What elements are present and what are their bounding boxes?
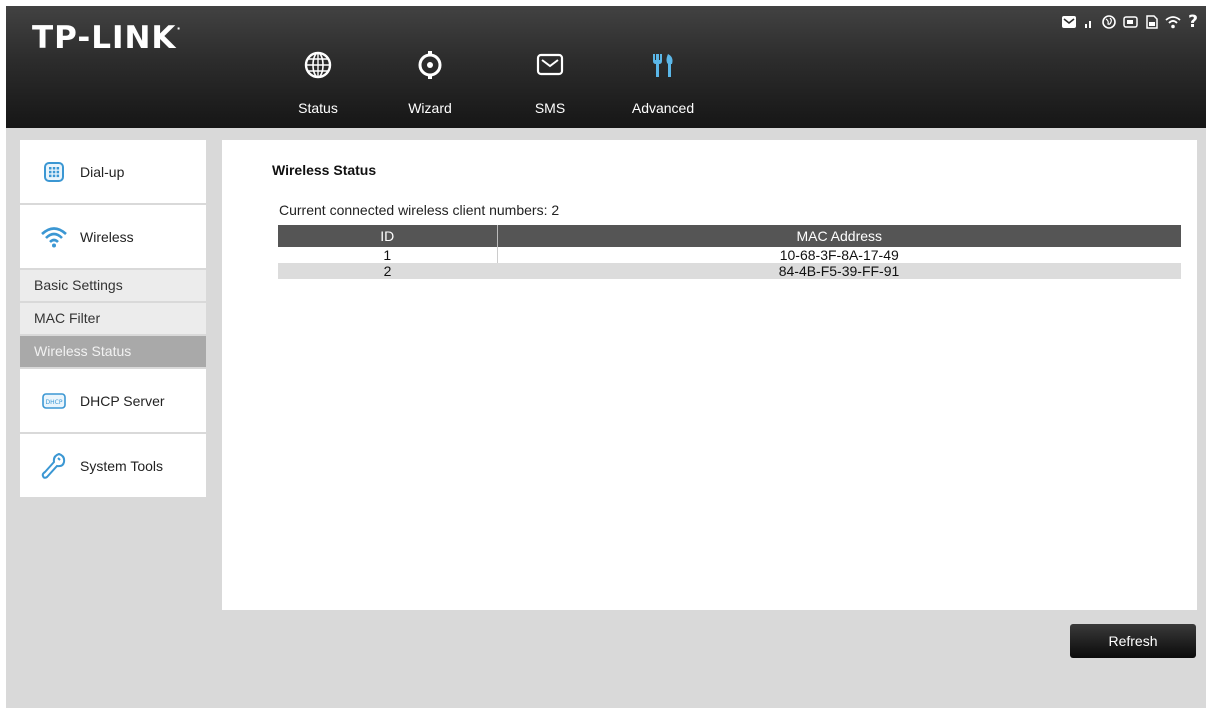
battery-icon xyxy=(1123,16,1139,28)
brand-logo: TP-LINK· xyxy=(32,20,182,56)
sidebar: Dial-up Wireless Basic Settings MAC Filt… xyxy=(20,140,206,499)
dhcp-icon-text: DHCP xyxy=(46,399,63,406)
globe-icon xyxy=(304,51,332,79)
sidebar-item-dial-up-label: Dial-up xyxy=(80,163,125,180)
content-panel: Wireless Status Current connected wirele… xyxy=(222,140,1197,610)
nav-wizard[interactable]: Wizard xyxy=(390,46,470,116)
cell-mac: 84-4B-F5-39-FF-91 xyxy=(497,263,1181,279)
sidebar-item-system-tools[interactable]: System Tools xyxy=(20,434,206,499)
cell-id: 1 xyxy=(278,247,498,263)
dialup-icon xyxy=(36,161,72,182)
internet-icon xyxy=(1102,15,1116,29)
app-frame: TP-LINK· Status Wizard SMS Advanced ? Di… xyxy=(6,6,1206,708)
refresh-button[interactable]: Refresh xyxy=(1070,624,1196,658)
cell-mac: 10-68-3F-8A-17-49 xyxy=(497,247,1181,263)
sidebar-subitem-basic-settings[interactable]: Basic Settings xyxy=(20,270,206,303)
column-header-id: ID xyxy=(278,225,498,247)
nav-status-label: Status xyxy=(298,100,338,116)
top-header: TP-LINK· Status Wizard SMS Advanced ? xyxy=(6,6,1206,128)
sidebar-item-wireless-label: Wireless xyxy=(80,228,134,245)
sidebar-item-system-tools-label: System Tools xyxy=(80,457,163,474)
wifi-status-icon xyxy=(1165,15,1181,29)
nav-advanced[interactable]: Advanced xyxy=(623,46,703,116)
column-header-mac: MAC Address xyxy=(497,225,1181,247)
envelope-icon xyxy=(536,53,564,76)
help-icon[interactable]: ? xyxy=(1188,12,1198,32)
nav-sms[interactable]: SMS xyxy=(510,46,590,116)
clients-table: ID MAC Address 1 10-68-3F-8A-17-49 2 84-… xyxy=(278,225,1181,279)
client-count-text: Current connected wireless client number… xyxy=(279,202,560,218)
sidebar-item-dhcp-server[interactable]: DHCP DHCP Server xyxy=(20,369,206,434)
sidebar-subitem-mac-filter[interactable]: MAC Filter xyxy=(20,303,206,336)
message-icon[interactable] xyxy=(1062,16,1077,28)
table-row: 1 10-68-3F-8A-17-49 xyxy=(278,247,1181,263)
nav-wizard-label: Wizard xyxy=(408,100,452,116)
brand-name: TP-LINK xyxy=(32,20,177,56)
status-bar: ? xyxy=(1062,12,1198,32)
wrench-icon xyxy=(36,452,72,480)
sidebar-item-wireless[interactable]: Wireless xyxy=(20,205,206,270)
table-header-row: ID MAC Address xyxy=(278,225,1181,247)
sidebar-subitem-wireless-status[interactable]: Wireless Status xyxy=(20,336,206,369)
wifi-icon xyxy=(36,226,72,248)
sidebar-item-dial-up[interactable]: Dial-up xyxy=(20,140,206,205)
brand-mark: · xyxy=(176,22,182,35)
cell-id: 2 xyxy=(278,263,497,279)
table-row: 2 84-4B-F5-39-FF-91 xyxy=(278,263,1181,279)
nav-sms-label: SMS xyxy=(534,100,566,116)
dhcp-icon: DHCP xyxy=(36,392,72,409)
nav-status[interactable]: Status xyxy=(278,46,358,116)
wizard-icon xyxy=(418,51,442,79)
signal-icon xyxy=(1083,16,1095,28)
sim-icon xyxy=(1146,15,1158,29)
page-title: Wireless Status xyxy=(272,162,377,178)
tools-icon xyxy=(653,54,673,77)
sidebar-item-dhcp-server-label: DHCP Server xyxy=(80,392,165,409)
nav-advanced-label: Advanced xyxy=(631,100,695,116)
